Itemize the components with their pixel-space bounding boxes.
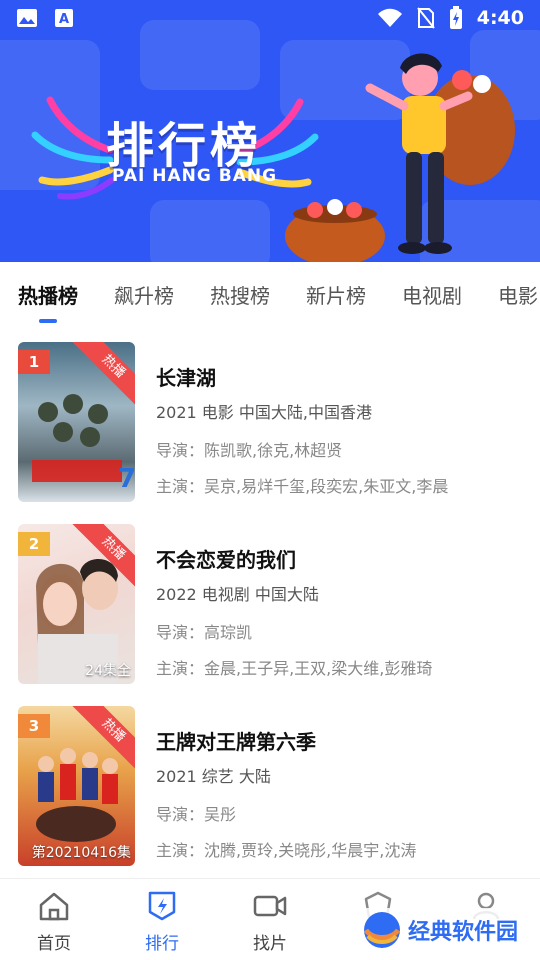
home-icon [37,889,71,923]
tab-hot-play[interactable]: 热播榜 [0,280,96,309]
poster-image[interactable]: 3 热播 第20210416集 [18,706,135,866]
ranking-tabs: 热播榜 飙升榜 热搜榜 新片榜 电视剧 电影 [0,262,540,326]
svg-text:7: 7 [118,464,135,494]
font-icon: A [55,9,73,27]
list-item[interactable]: 7 1 热播 长津湖 2021 电影 中国大陆,中国香港 导演：陈凯歌,徐克,林… [0,326,540,508]
item-meta: 2022 电视剧 中国大陆 [156,585,319,604]
poster-image[interactable]: 7 1 热播 [18,342,135,502]
item-cast: 主演：金晨,王子异,王双,梁大维,彭雅琦 [156,659,433,678]
nav-ranking-label: 排行 [145,934,179,954]
status-bar: A 4:40 [0,0,540,36]
tab-new[interactable]: 新片榜 [288,280,384,309]
wifi-icon [377,8,402,27]
item-director: 导演：吴彤 [156,805,237,824]
ranking-list: 7 1 热播 长津湖 2021 电影 中国大陆,中国香港 导演：陈凯歌,徐克,林… [0,326,540,872]
list-item[interactable]: 2 热播 24集全 不会恋爱的我们 2022 电视剧 中国大陆 导演：高琮凯 主… [0,508,540,690]
poster-image[interactable]: 2 热播 24集全 [18,524,135,684]
battery-icon [449,6,462,29]
item-title[interactable]: 王牌对王牌第六季 [156,726,530,755]
tab-movie[interactable]: 电影 [480,280,540,309]
status-time: 4:40 [476,7,524,29]
item-meta: 2021 综艺 大陆 [156,767,271,786]
item-cast: 主演：沈腾,贾玲,关晓彤,华晨宇,沈涛 [156,841,417,860]
image-icon [17,9,37,27]
tab-hot-search[interactable]: 热搜榜 [192,280,288,309]
item-title[interactable]: 不会恋爱的我们 [156,544,530,573]
nav-find[interactable]: 找片 [216,879,324,960]
episode-caption: 第20210416集 [31,845,131,861]
rank-badge: 1 [18,350,50,374]
item-director: 导演：陈凯歌,徐克,林超贤 [156,441,343,460]
ranking-icon [145,889,179,923]
nav-home[interactable]: 首页 [0,879,108,960]
item-title[interactable]: 长津湖 [156,362,530,391]
nav-find-label: 找片 [253,934,287,954]
sack-illustration [285,199,385,262]
watermark: 经典软件园 [358,908,523,952]
rank-badge: 3 [18,714,50,738]
video-camera-icon [253,889,287,923]
episode-caption: 24集全 [85,663,131,679]
list-item[interactable]: 3 热播 第20210416集 王牌对王牌第六季 2021 综艺 大陆 导演：吴… [0,690,540,872]
watermark-text: 经典软件园 [408,920,519,945]
no-sim-icon [416,7,435,29]
item-cast: 主演：吴京,易烊千玺,段奕宏,朱亚文,李晨 [156,477,449,496]
svg-text:A: A [59,12,69,27]
banner-subtitle: PAI HANG BANG [112,166,278,186]
watermark-logo [363,912,401,948]
ranking-banner: 排行榜 PAI HANG BANG A 4:40 [0,0,540,262]
tab-rising[interactable]: 飙升榜 [96,280,192,309]
item-director: 导演：高琮凯 [156,623,253,642]
nav-ranking[interactable]: 排行 [108,879,216,960]
nav-home-label: 首页 [37,934,71,954]
tab-tv-series[interactable]: 电视剧 [384,280,480,309]
rank-badge: 2 [18,532,50,556]
item-meta: 2021 电影 中国大陆,中国香港 [156,403,372,422]
